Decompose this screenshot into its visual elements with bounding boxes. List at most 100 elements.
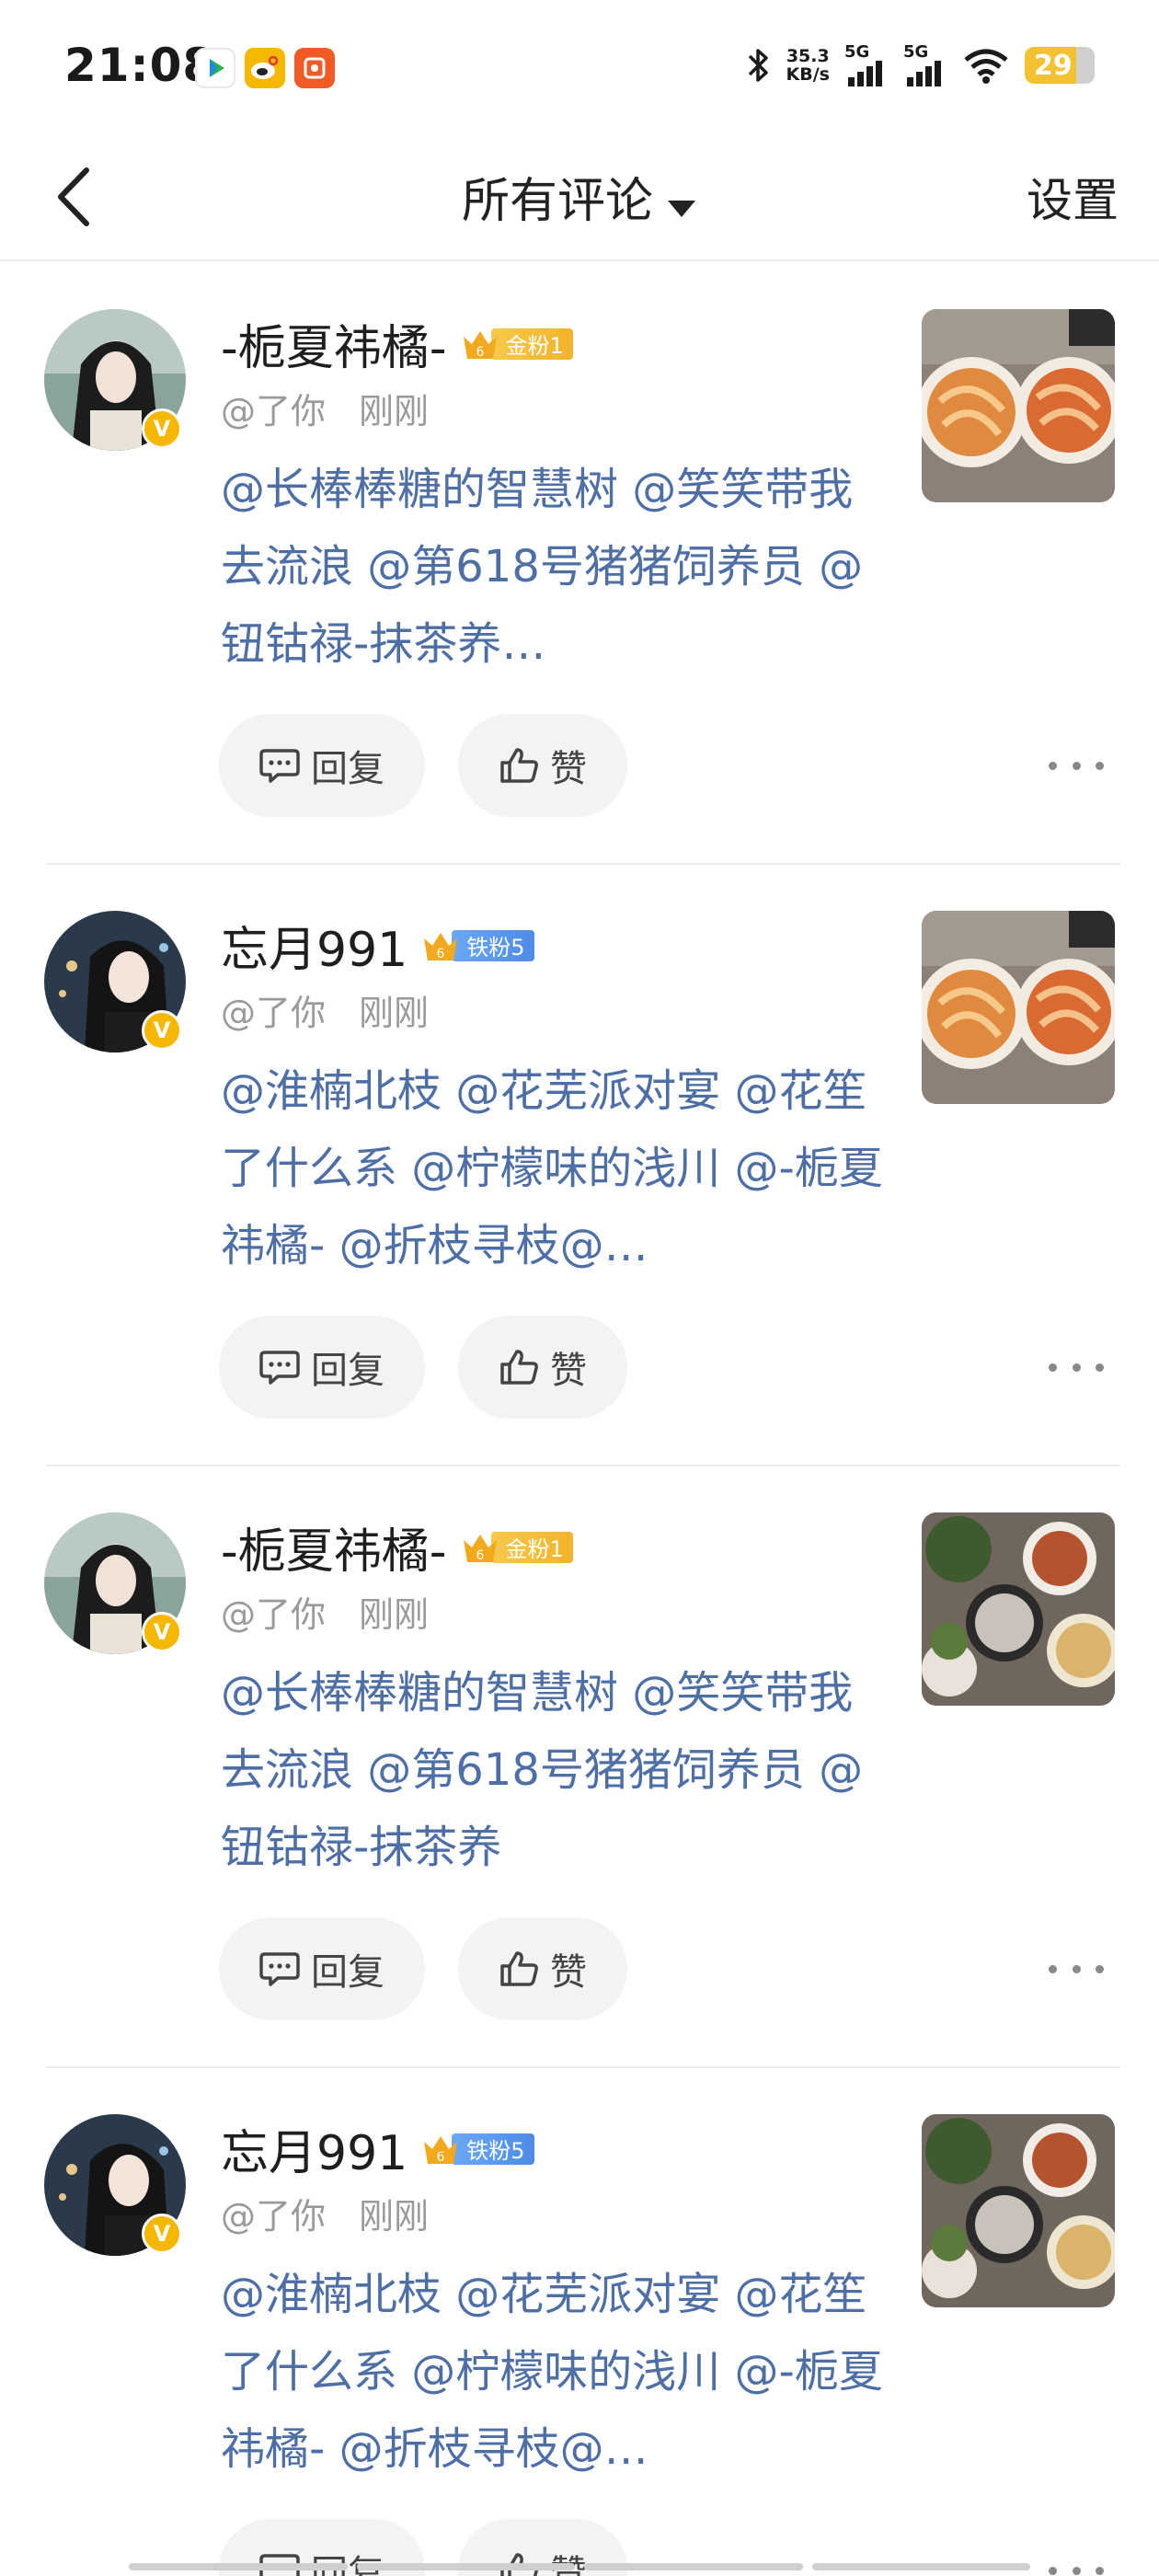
bluetooth-icon [748,49,768,82]
post-thumbnail[interactable] [922,911,1115,1104]
more-dots-icon[interactable] [1049,1349,1104,1386]
post-thumbnail[interactable] [922,309,1115,502]
crown-icon: 6 [424,2135,458,2165]
reply-label: 回复 [311,1951,384,1994]
avatar[interactable]: V [44,309,186,451]
comment-text[interactable]: @长棒棒糖的智慧树 @笑笑带我去流浪 @第618号猪猪饲养员 @钮钴禄-抹茶养… [221,451,883,683]
meta-line: @了你 刚刚 [221,383,429,433]
wifi-icon [964,49,1008,84]
status-bar: 21:08 35.3 KB/s 5G 5G 29 [0,0,1159,138]
meta-line: @了你 刚刚 [221,1586,429,1637]
fan-badge-label: 金粉1 [490,328,573,360]
comment-text[interactable]: @淮楠北枝 @花芜派对宴 @花笙了什么系 @柠檬味的浅川 @-栀夏祎橘- @折枝… [221,2256,883,2488]
reply-button[interactable]: 回复 [219,1917,425,2020]
thumbs-up-icon [500,1951,538,1986]
user-line: -栀夏祎橘- 6 金粉1 [221,309,573,378]
like-label: 赞 [550,2544,587,2576]
crown-icon: 6 [463,1534,497,1563]
settings-button[interactable]: 设置 [1027,164,1119,230]
verified-v-icon: V [142,1010,182,1051]
like-button[interactable]: 赞 [458,1917,627,2020]
comment-list: V -栀夏祎橘- 6 金粉1 @了你 刚刚 @长棒棒糖的智慧树 @笑笑带我去流浪 … [0,263,1159,2576]
badge-level: 6 [476,1548,484,1563]
reply-label: 回复 [311,1350,384,1392]
badge-level: 6 [437,947,445,961]
reply-button[interactable]: 回复 [219,714,425,817]
thumbs-up-icon [500,1350,538,1385]
fan-badge-label: 金粉1 [490,1531,573,1563]
comment-text[interactable]: @长棒棒糖的智慧树 @笑笑带我去流浪 @第618号猪猪饲养员 @钮钴禄-抹茶养 [221,1654,883,1886]
like-label: 赞 [550,1951,587,1994]
verified-v-icon: V [142,408,182,449]
comment-time: 刚刚 [359,2196,430,2237]
comment-item[interactable]: V -栀夏祎橘- 6 金粉1 @了你 刚刚 @长棒棒糖的智慧树 @笑笑带我去流浪 … [0,1466,1159,2068]
post-thumbnail[interactable] [922,1512,1115,1706]
user-line: -栀夏祎橘- 6 金粉1 [221,1512,573,1581]
avatar[interactable]: V [44,2114,186,2256]
more-dots-icon[interactable] [1049,1950,1104,1987]
username[interactable]: 忘月991 [221,2114,407,2183]
comment-item[interactable]: V -栀夏祎橘- 6 金粉1 @了你 刚刚 @长棒棒糖的智慧树 @笑笑带我去流浪 … [0,263,1159,865]
like-label: 赞 [550,1350,587,1392]
verified-v-icon: V [142,2214,182,2254]
username[interactable]: 忘月991 [221,911,407,980]
meta-line: @了你 刚刚 [221,984,429,1035]
fan-badge[interactable]: 6 铁粉5 [420,2131,534,2168]
crown-icon: 6 [424,932,458,961]
bottom-scroll-indicator [129,2563,1030,2570]
network-speed-unit: KB/s [786,64,830,85]
text-fade-overlay [607,1833,717,1879]
avatar[interactable]: V [44,1512,186,1654]
fan-badge-label: 铁粉5 [452,929,534,961]
system-icons: 35.3 KB/s 5G 5G 29 [744,42,1095,88]
network-speed: 35.3 KB/s [786,47,830,84]
username[interactable]: -栀夏祎橘- [221,1512,447,1581]
fan-badge[interactable]: 6 铁粉5 [420,927,534,964]
verified-v-icon: V [142,1612,182,1652]
comment-actions: 回复 赞 [219,714,627,817]
reply-label: 回复 [311,748,384,790]
like-button[interactable]: 赞 [458,714,627,817]
mention-handle: @了你 [221,993,327,1033]
fan-badge[interactable]: 6 金粉1 [460,1529,573,1566]
thumbs-up-icon [500,748,538,783]
mention-handle: @了你 [221,1594,327,1635]
shopping-app-icon [294,48,335,88]
more-dots-icon[interactable] [1049,747,1104,784]
signal-1-icon: 5G [844,42,889,88]
like-label: 赞 [550,748,587,790]
comment-bubble-icon [259,1351,300,1385]
comment-bubble-icon [259,1952,300,1986]
more-dots-icon[interactable] [1049,2552,1104,2576]
comment-actions: 回复 赞 [219,1917,627,2020]
user-line: 忘月991 6 铁粉5 [221,2114,534,2183]
battery-icon: 29 [1025,47,1095,84]
username[interactable]: -栀夏祎橘- [221,309,447,378]
meta-line: @了你 刚刚 [221,2188,429,2238]
comment-actions: 回复 赞 [219,1316,627,1419]
user-line: 忘月991 6 铁粉5 [221,911,534,980]
notification-icons [195,48,335,88]
post-thumbnail[interactable] [922,2114,1115,2307]
comment-filter-dropdown[interactable]: 所有评论 [0,162,1159,232]
caret-down-icon [666,177,697,232]
page-title: 所有评论 [461,174,653,229]
reply-button[interactable]: 回复 [219,1316,425,1419]
comment-item[interactable]: V 忘月991 6 铁粉5 @了你 刚刚 @淮楠北枝 @花芜派对宴 @花笙了什么系… [0,865,1159,1466]
signal-2-icon: 5G [903,42,947,88]
comment-time: 刚刚 [359,993,430,1033]
comment-text[interactable]: @淮楠北枝 @花芜派对宴 @花笙了什么系 @柠檬味的浅川 @-栀夏祎橘- @折枝… [221,1052,883,1284]
status-time: 21:08 [64,39,216,92]
badge-level: 6 [437,2150,445,2165]
fan-badge-label: 铁粉5 [452,2133,534,2165]
fan-badge[interactable]: 6 金粉1 [460,326,573,362]
avatar[interactable]: V [44,911,186,1052]
weibo-app-icon [245,48,285,88]
mention-handle: @了你 [221,391,327,431]
mention-handle: @了你 [221,2196,327,2237]
crown-icon: 6 [463,330,497,360]
like-button[interactable]: 赞 [458,1316,627,1419]
nav-bar: 所有评论 设置 [0,138,1159,261]
video-app-icon [195,48,235,88]
comment-item[interactable]: V 忘月991 6 铁粉5 @了你 刚刚 @淮楠北枝 @花芜派对宴 @花笙了什么系… [0,2068,1159,2576]
